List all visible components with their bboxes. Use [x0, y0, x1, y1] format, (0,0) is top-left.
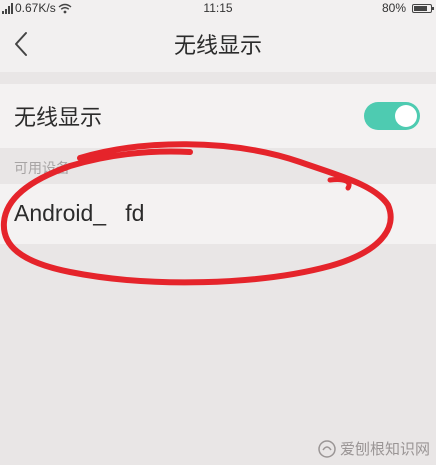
nav-bar: 无线显示 — [0, 16, 436, 72]
watermark: 爱刨根知识网 — [318, 438, 430, 459]
status-right: 80% — [381, 1, 434, 15]
available-devices-header: 可用设备 — [14, 161, 70, 177]
status-bar: 0.67K/s 11:15 80% — [0, 0, 436, 16]
page-title: 无线显示 — [173, 34, 262, 59]
wireless-display-toggle[interactable] — [364, 102, 420, 130]
battery-icon — [412, 3, 434, 13]
toggle-knob — [395, 105, 417, 127]
device-list-item[interactable]: Android_ fd — [0, 184, 436, 244]
status-time: 11:15 — [203, 1, 233, 15]
watermark-text: 爱刨根知识网 — [339, 440, 430, 458]
wireless-display-label: 无线显示 — [14, 106, 103, 131]
wireless-display-row: 无线显示 — [0, 84, 436, 148]
battery-percent: 80% — [381, 1, 406, 15]
device-name: Android_ fd — [14, 200, 145, 226]
watermark-logo-icon — [318, 439, 336, 458]
